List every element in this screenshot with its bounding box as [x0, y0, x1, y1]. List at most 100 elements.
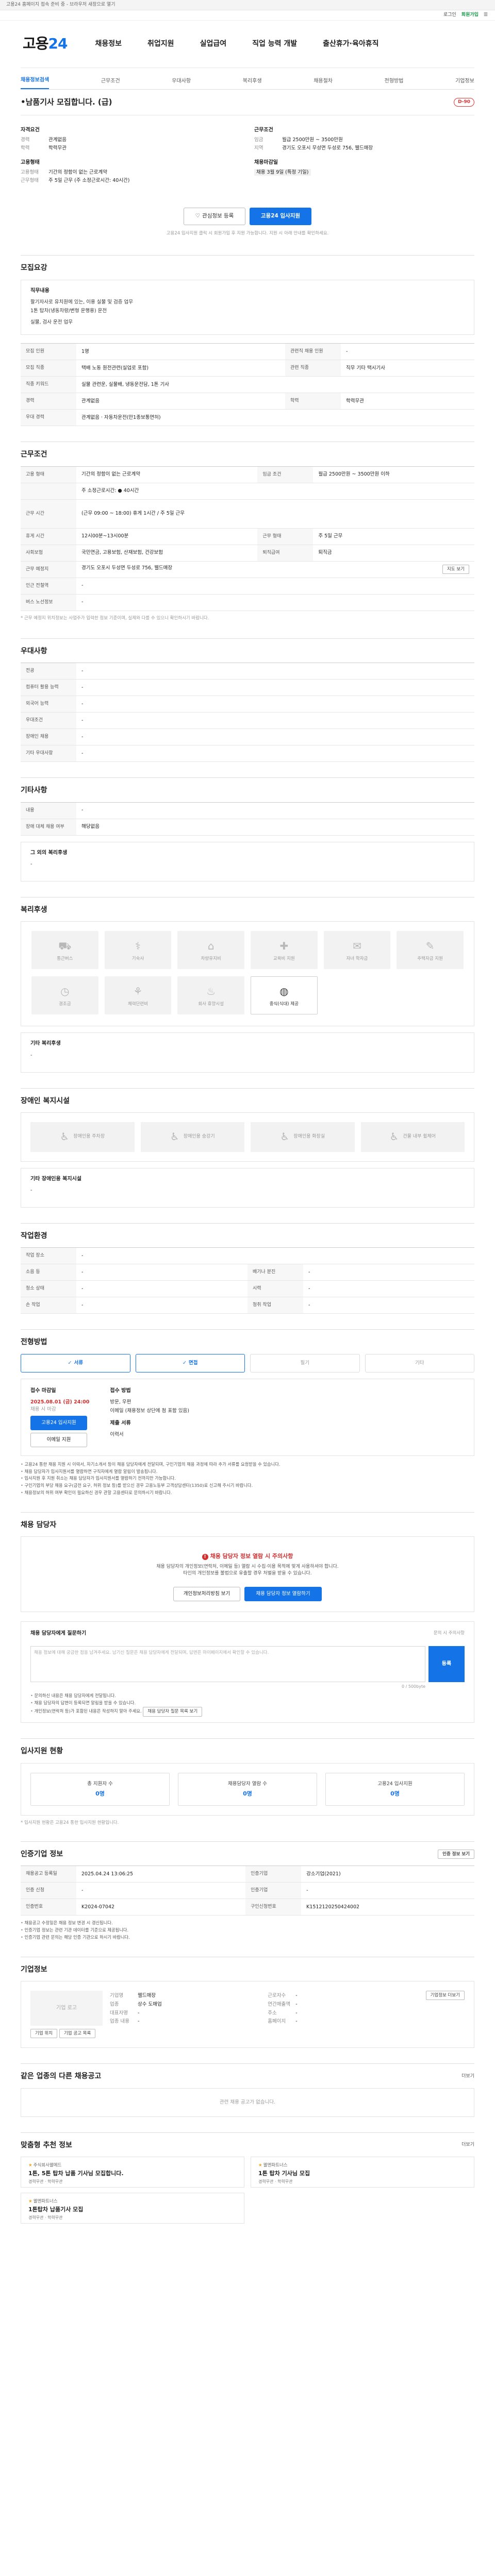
action-buttons: ♡ 관심정보 등록 고용24 입사지원 [21, 196, 474, 230]
table-row: 작업 장소 - [21, 1247, 474, 1265]
section-title: 작업환경 [21, 1232, 47, 1241]
job-summary: 자격요건 경력 관계없음 학력 학력무관 고용형태 고용형태 기간의 정함이 없는 근… [21, 115, 474, 196]
tab-company[interactable]: 기업정보 [455, 78, 474, 90]
table-cell: - [76, 663, 474, 680]
table-cell: K1512120250424002 [301, 1899, 474, 1916]
duty-line: 1톤 탑차(냉동차량/변형 운행용) 운전 [30, 308, 107, 314]
table-header-cell: 근무 시간 [21, 499, 76, 529]
email-apply-button[interactable]: 이메일 지원 [30, 1432, 87, 1447]
global-nav: 채용정보 취업지원 실업급여 직업 능력 개발 출산휴가·육아휴직 [95, 39, 379, 49]
question-textarea[interactable]: 채용 정보에 대해 궁금한 점을 남겨주세요. 남기신 질문은 채용 담당자에게… [30, 1646, 425, 1682]
duty-line: 실물, 검사 운전 업무 [30, 319, 73, 325]
table-header-cell: 사회보험 [21, 545, 76, 562]
gnb-item[interactable]: 채용정보 [95, 39, 122, 49]
meal-icon: ◍ [279, 985, 289, 997]
process-apply-button[interactable]: 고용24 입사지원 [30, 1415, 87, 1430]
job-title: •남품기사 모집합니다. (급) [21, 97, 112, 107]
car-icon: ⌂ [207, 939, 214, 952]
samejob-more-link[interactable]: 더보기 [461, 2073, 474, 2080]
table-header-cell: 장애 대체 채용 여부 [21, 819, 76, 836]
apply-button[interactable]: 고용24 입사지원 [250, 208, 311, 226]
gnb-item[interactable]: 출산휴가·육아휴직 [323, 39, 378, 49]
question-submit-button[interactable]: 등록 [428, 1646, 465, 1682]
site-logo[interactable]: 고용24 [23, 33, 68, 55]
summary-key: 근무형태 [21, 178, 39, 184]
recommend-card[interactable]: ★ 웰엔파트너스 1톤탑차 납품기사 모집 경력무관 · 학력무관 [21, 2192, 244, 2224]
question-notice-link[interactable]: 문의 시 주의사항 [434, 1630, 465, 1642]
table-cell: (근무 09:00 ~ 18:00) 휴게 1시간 / 주 5일 근무 [76, 499, 474, 529]
recommend-card[interactable]: ★ 주식회사웰메드 1톤, 5톤 탑차 납품 기사님 모집합니다. 경력무관 · … [21, 2156, 244, 2188]
other-table: 내용 - 장애 대체 채용 여부 해당없음 [21, 802, 474, 836]
tab-recruit[interactable]: 채용정보검색 [21, 77, 50, 89]
gnb-item[interactable]: 실업급여 [200, 39, 227, 49]
table-row: 고용 형태 기간의 정함이 없는 근로계약 임금 조건 월급 2500만원 ~ 350… [21, 466, 474, 483]
menu-icon[interactable]: ☰ [484, 12, 488, 19]
table-row: 근무 예정지 경기도 오포시 두성면 두성로 756, 웰드매장 지도 보기 [21, 561, 474, 578]
samejob-empty: 관련 채용 공고가 없습니다. [21, 2088, 474, 2117]
summary-key: 학력 [21, 145, 30, 151]
company-location-button[interactable]: 기업 위치 [30, 2029, 57, 2039]
tab-conditions[interactable]: 근무조건 [101, 78, 120, 90]
table-cell: - [76, 802, 474, 819]
status-cards: 총 지원자 수 0명 채용담당자 열람 수 0명 고용24 입사지원 0명 [21, 1762, 474, 1816]
join-link[interactable]: 회원가입 [461, 12, 478, 19]
summary-value: 경기도 오포시 무성면 두성로 756, 웰드매장 [282, 145, 373, 151]
gnb-item[interactable]: 취업지원 [147, 39, 174, 49]
table-cell: 택배 노동 원전관련(실업로 포함) [76, 360, 286, 377]
dday-badge: D-90 [454, 97, 474, 107]
table-row: 근무 시간 (근무 09:00 ~ 18:00) 휴게 1시간 / 주 5일 근무 [21, 499, 474, 529]
map-button[interactable]: 지도 보기 [442, 565, 469, 574]
env-table: 작업 장소 - 소음 등 - 배기나 분진 - 청소 상태 - 시력 - 손 작업 - 청취 작업… [21, 1247, 474, 1314]
section-title: 기업정보 [21, 1965, 47, 1974]
welfare-item: ◷ 경조금 [31, 976, 98, 1015]
privacy-button[interactable]: 개인정보처리방침 보기 [173, 1587, 240, 1602]
table-row: 사회보험 국민연금, 고용보험, 산재보험, 건강보험 퇴직급여 퇴직금 [21, 545, 474, 562]
recommend-card[interactable]: ★ 웰엔파트너스 1톤 탑차 기사님 모집 경력무관 · 학력무관 [251, 2156, 474, 2188]
tab-method[interactable]: 전형방법 [385, 78, 404, 90]
tab-welfare[interactable]: 복리후생 [243, 78, 262, 90]
reginfo-notes: 채용공고 수정일은 채용 정보 변경 시 갱신됩니다. 인증기업 정보는 관련 … [21, 1920, 474, 1941]
table-cell: - [76, 679, 474, 697]
table-cell: - [76, 1247, 474, 1265]
summary-key: 임금 [254, 137, 263, 143]
table-cell: K2024-07042 [76, 1899, 246, 1916]
table-header-cell: 손 작업 [21, 1297, 76, 1314]
recommend-more-link[interactable]: 더보기 [461, 2142, 474, 2148]
scrap-button[interactable]: ♡ 관심정보 등록 [184, 208, 245, 226]
step-etc: 기타 [365, 1353, 474, 1372]
login-link[interactable]: 로그인 [443, 12, 456, 19]
company-more-button[interactable]: 기업정보 더보기 [425, 1991, 465, 2001]
view-contact-button[interactable]: 채용 담당자 정보 열람하기 [244, 1587, 322, 1602]
question-list-button[interactable]: 채용 담당자 질문 목록 보기 [143, 1707, 203, 1717]
reginfo-more-button[interactable]: 인증 정보 보기 [438, 1849, 474, 1859]
star-icon: ★ [28, 2198, 32, 2204]
tab-preferred[interactable]: 우대사항 [172, 78, 191, 90]
summary-key: 경력 [21, 137, 30, 143]
heart-icon: ♡ [195, 213, 201, 219]
etc-disabled-box: 기타 장애인용 복지시설 - [21, 1167, 474, 1208]
table-header-cell: 시력 [248, 1280, 303, 1298]
table-row: 기타 우대사항 - [21, 745, 474, 762]
talent-box: ! 채용 담당자 정보 열람 시 주의사항 채용 담당자의 개인정보(연락처, 이… [21, 1536, 474, 1613]
table-header-cell: 근무 예정지 [21, 561, 76, 578]
tab-process[interactable]: 채용절차 [314, 78, 333, 90]
table-header-cell: 모집 인원 [21, 343, 76, 361]
wheelchair-icon: ♿ [389, 1130, 399, 1143]
summary-value: 학력무관 [48, 145, 67, 151]
disabled-item: ♿ 장애인용 주차장 [30, 1122, 135, 1152]
table-header-cell: 퇴직급여 [257, 545, 314, 562]
section-title: 같은 업종의 다른 채용공고 [21, 2072, 102, 2081]
welfare-item: ⚕ 기숙사 [104, 931, 172, 970]
table-header-cell: 청취 작업 [248, 1297, 303, 1314]
preferred-section: 우대사항 전공 - 컴퓨터 활용 능력 - 외국어 능력 - 우대조건 - 장애인 채용… [21, 638, 474, 762]
table-row: 우대조건 - [21, 712, 474, 730]
company-jobs-button[interactable]: 기업 공고 목록 [59, 2029, 96, 2039]
table-row: 버스 노선정보 - [21, 594, 474, 611]
table-cell: - [76, 696, 474, 713]
alert-icon: ! [202, 1554, 208, 1561]
table-cell: 월급 2500만원 ~ 3500만원 이하 [313, 466, 474, 483]
welfare-grid: ⛟ 통근버스 ⚕ 기숙사 ⌂ 차량유지비 ✚ 교육비 지원 ✉ 자녀 학자금 ✎ 주택자금 … [21, 921, 474, 1027]
gnb-item[interactable]: 직업 능력 개발 [252, 39, 297, 49]
table-header-cell: 인근 전철역 [21, 578, 76, 595]
table-header-cell: 모집 직종 [21, 360, 76, 377]
